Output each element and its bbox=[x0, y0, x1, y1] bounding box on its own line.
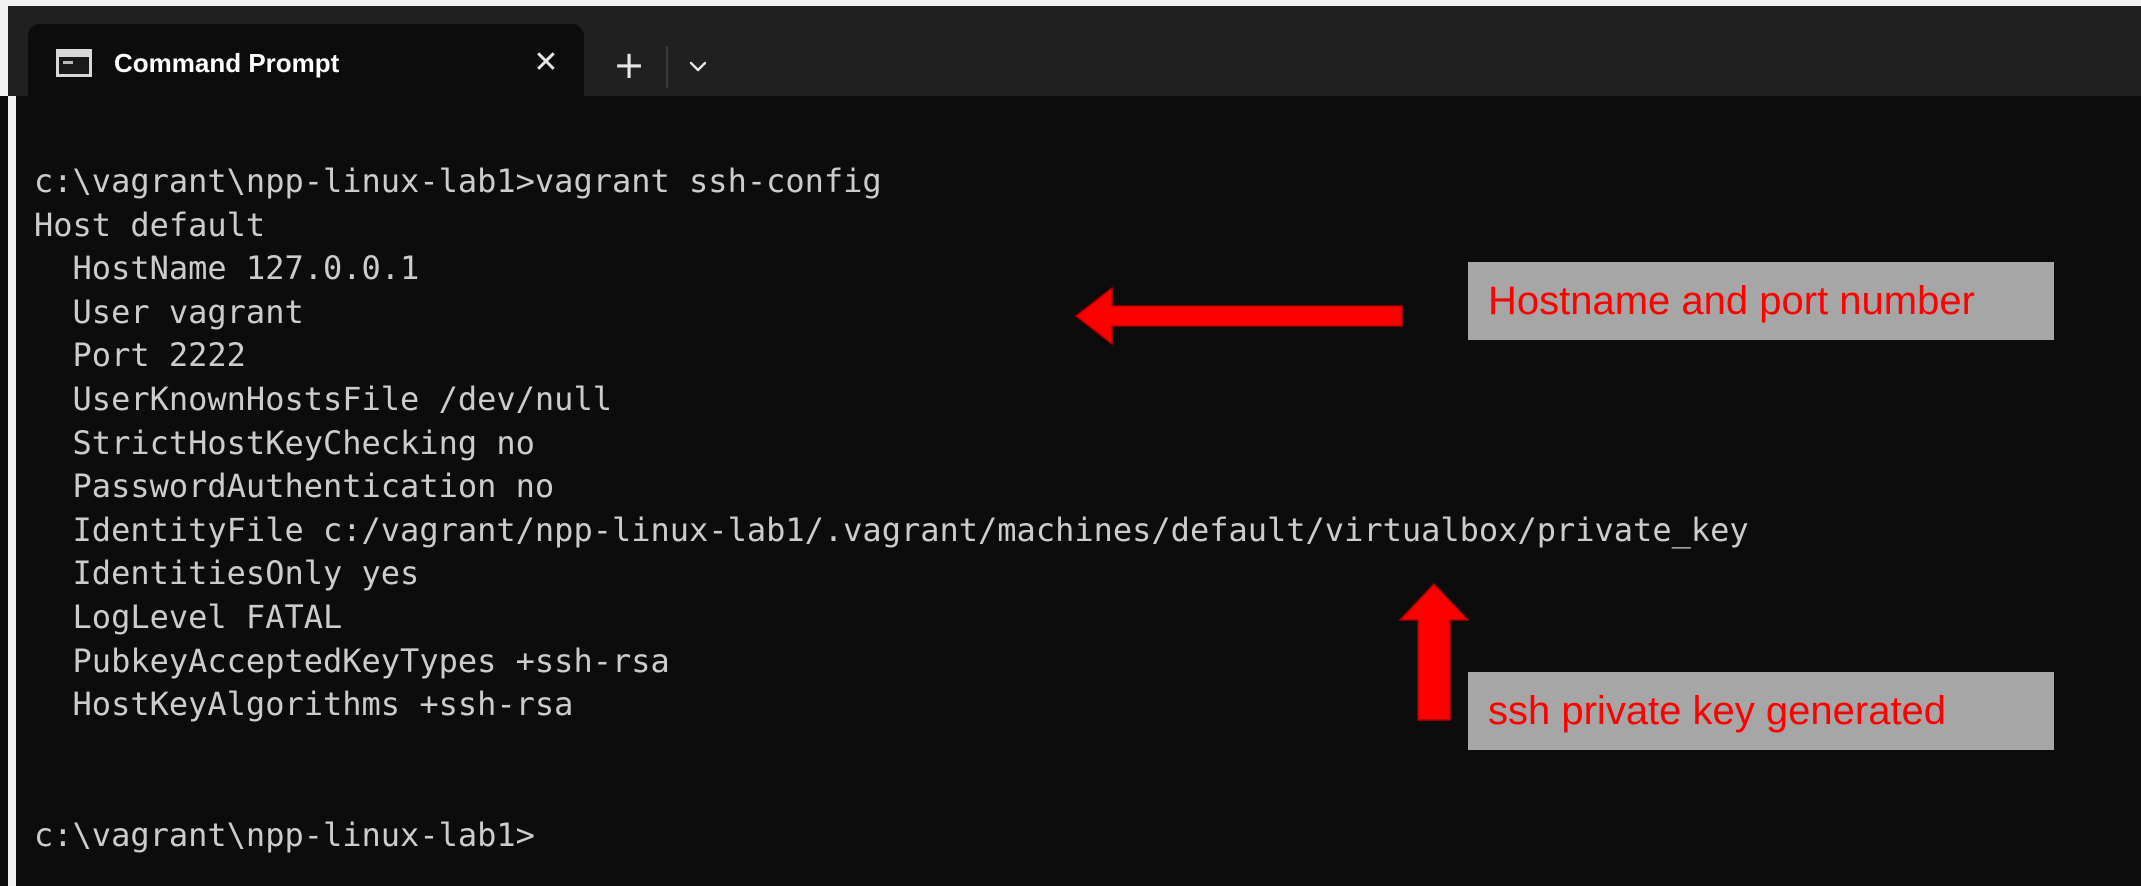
tab-command-prompt[interactable]: Command Prompt ✕ bbox=[28, 24, 584, 102]
terminal-line: c:\vagrant\npp-linux-lab1>vagrant ssh-co… bbox=[34, 162, 882, 200]
left-arrow-annotation bbox=[1074, 286, 1403, 346]
chevron-down-icon bbox=[689, 61, 707, 72]
terminal-line: IdentitiesOnly yes bbox=[34, 554, 420, 593]
terminal-prompt-line: c:\vagrant\npp-linux-lab1> bbox=[34, 815, 535, 854]
terminal-output[interactable]: c:\vagrant\npp-linux-lab1>vagrant ssh-co… bbox=[8, 96, 2141, 886]
terminal-line: StrictHostKeyChecking no bbox=[34, 423, 535, 462]
new-tab-button[interactable]: + bbox=[604, 42, 654, 92]
up-arrow-annotation bbox=[1398, 582, 1470, 721]
terminal-line: IdentityFile c:/vagrant/npp-linux-lab1/.… bbox=[34, 510, 1749, 549]
tab-bar: Command Prompt ✕ + bbox=[0, 0, 2141, 102]
command-prompt-window: Command Prompt ✕ + c:\vagrant\npp-linux-… bbox=[0, 0, 2141, 886]
terminal-line: Port 2222 bbox=[34, 336, 246, 375]
terminal-line: Host default bbox=[34, 205, 266, 244]
tab-dropdown-button[interactable] bbox=[678, 46, 718, 88]
terminal-line: PasswordAuthentication no bbox=[34, 467, 555, 506]
tab-title: Command Prompt bbox=[114, 47, 340, 78]
console-icon bbox=[56, 49, 92, 77]
tab-divider bbox=[666, 46, 668, 88]
close-icon[interactable]: ✕ bbox=[526, 43, 566, 83]
hostname-port-callout: Hostname and port number bbox=[1468, 262, 2054, 340]
terminal-line: LogLevel FATAL bbox=[34, 597, 343, 636]
private-key-callout: ssh private key generated bbox=[1468, 672, 2054, 750]
terminal-line: UserKnownHostsFile /dev/null bbox=[34, 379, 612, 418]
